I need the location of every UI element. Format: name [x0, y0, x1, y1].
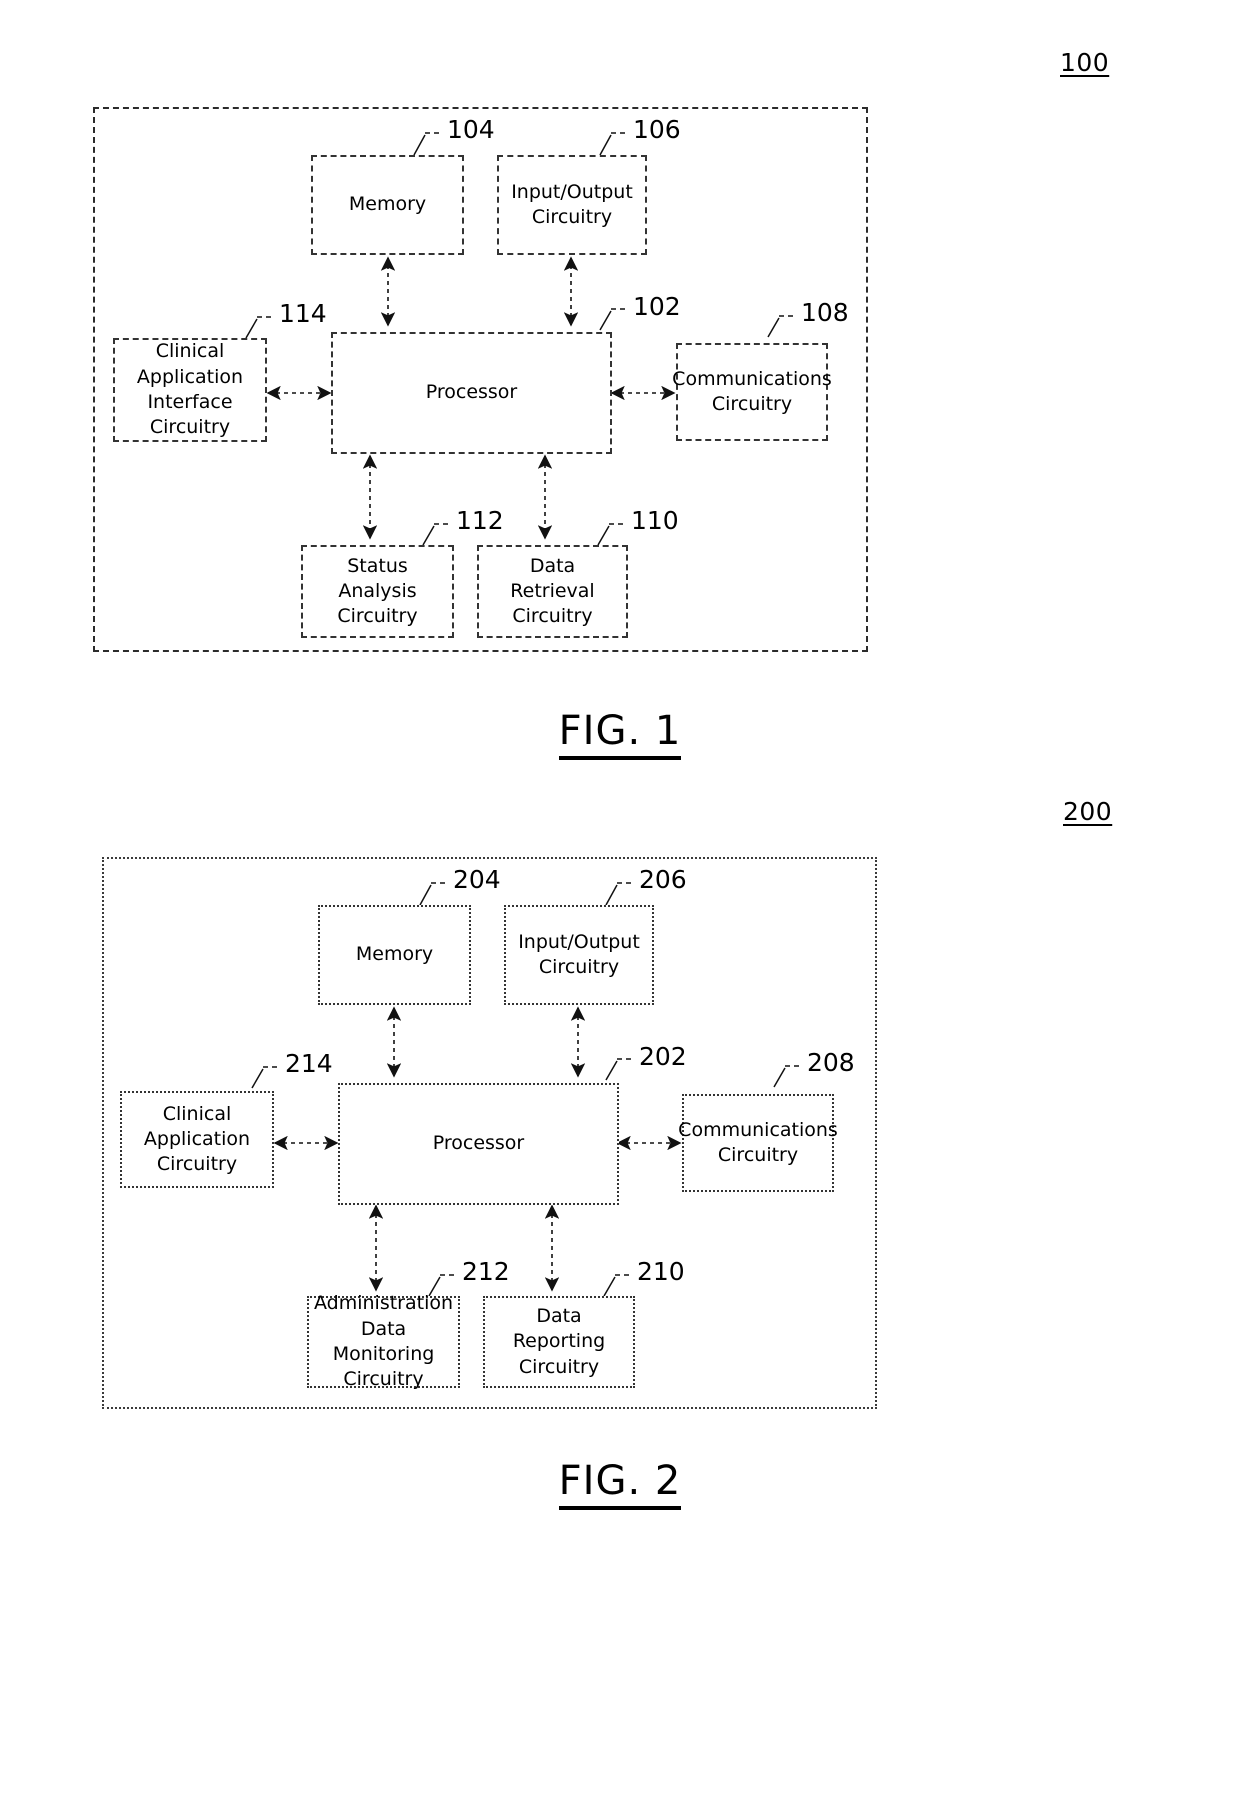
figure-1-caption: FIG. 1	[0, 708, 1240, 760]
numeral-104: 104	[447, 115, 495, 144]
numeral-204: 204	[453, 865, 501, 894]
node-status-analysis-circuitry: Status Analysis Circuitry	[301, 545, 454, 638]
numeral-106: 106	[633, 115, 681, 144]
node-administration-data-monitoring-circuitry: Administration Data Monitoring Circuitry	[307, 1292, 460, 1390]
figure-2-reference-numeral: 200	[1063, 797, 1113, 826]
numeral-102: 102	[633, 292, 681, 321]
numeral-212: 212	[462, 1257, 510, 1286]
node-communications-circuitry-2: Communications Circuitry	[678, 1094, 838, 1192]
node-clinical-application-interface-circuitry: Clinical Application Interface Circuitry	[113, 338, 267, 442]
figure-1-caption-text: FIG. 1	[558, 708, 682, 760]
node-clinical-application-circuitry: Clinical Application Circuitry	[120, 1091, 274, 1188]
node-input-output-circuitry: Input/Output Circuitry	[497, 155, 647, 255]
numeral-112: 112	[456, 506, 504, 535]
numeral-108: 108	[801, 298, 849, 327]
node-data-retrieval-circuitry: Data Retrieval Circuitry	[477, 545, 628, 638]
figure-2-caption: FIG. 2	[0, 1458, 1240, 1510]
numeral-202: 202	[639, 1042, 687, 1071]
node-communications-circuitry: Communications Circuitry	[672, 343, 832, 441]
numeral-206: 206	[639, 865, 687, 894]
node-memory-2: Memory	[318, 905, 471, 1005]
node-processor-2: Processor	[338, 1083, 619, 1205]
figure-2-caption-text: FIG. 2	[558, 1458, 682, 1510]
figure-1-reference-numeral: 100	[1060, 48, 1110, 77]
numeral-208: 208	[807, 1048, 855, 1077]
numeral-114: 114	[279, 299, 327, 328]
node-memory: Memory	[311, 155, 464, 255]
numeral-214: 214	[285, 1049, 333, 1078]
node-input-output-circuitry-2: Input/Output Circuitry	[504, 905, 654, 1005]
node-processor: Processor	[331, 332, 612, 454]
node-data-reporting-circuitry: Data Reporting Circuitry	[483, 1296, 635, 1388]
numeral-110: 110	[631, 506, 679, 535]
numeral-210: 210	[637, 1257, 685, 1286]
